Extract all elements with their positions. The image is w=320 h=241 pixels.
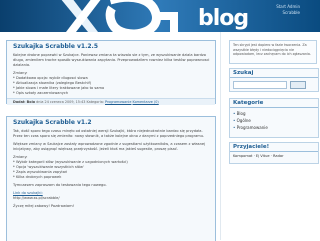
sidebar-notice: Ten skrypt jest dopiero w fazie tworzeni… (229, 40, 317, 64)
search-box: Szukaj (229, 68, 319, 92)
post-2: Szukajka Scrabble v1.2 Tak, dość sporo t… (6, 116, 216, 241)
category-item[interactable]: Ogólne (233, 117, 315, 124)
post-paragraph: Kolejne drobne poprawki w Szukajce. Poni… (13, 53, 210, 67)
post-category-link[interactable]: Programowanie (105, 100, 131, 104)
top-link-scrabble[interactable]: Scrabble (276, 10, 300, 16)
post-meta: Dodał: Bolo dnia 24 czerwca 2009, 15:43 … (7, 98, 215, 105)
post-body: Tak, dość sporo tego czasu minęło od ost… (7, 127, 215, 211)
post-paragraph: Tak, dość sporo tego czasu minęło od ost… (13, 129, 205, 138)
search-button[interactable] (290, 81, 306, 89)
categories-box: Kategorie Blog Ogólne Programowanie (229, 98, 319, 138)
category-label: Kategoria: (86, 100, 104, 104)
categories-title: Kategorie (230, 99, 318, 108)
post-date: dnia 24 czerwca 2009, 15:43 (36, 100, 86, 104)
post-body: Kolejne drobne poprawki w Szukajce. Poni… (7, 51, 215, 98)
friends-box: Przyjaciele! Kompomat · Ej Vitue · Radar (229, 142, 319, 164)
post-paragraph: Tymczasem zapraszam do testowania tego n… (13, 183, 107, 187)
post-title[interactable]: Szukajka Scrabble v1.2 (7, 117, 215, 127)
post-title[interactable]: Szukajka Scrabble v1.2.5 (7, 41, 215, 51)
column-divider (220, 32, 221, 240)
search-title: Szukaj (230, 69, 318, 78)
category-item[interactable]: Blog (233, 110, 315, 117)
brand-wordmark[interactable]: blog (198, 6, 249, 31)
list-item: * Opis szkoły zaczerniowanych (13, 91, 69, 95)
post-1: Szukajka Scrabble v1.2.5 Kolejne drobne … (6, 40, 216, 105)
logo-graphic[interactable] (52, 0, 192, 32)
site-header: blog Start Admin Scrabble (0, 0, 320, 32)
search-row (230, 78, 318, 92)
category-list: Blog Ogólne Programowanie (230, 108, 318, 133)
search-input[interactable] (233, 81, 287, 89)
category-item[interactable]: Programowanie (233, 124, 315, 131)
post-author: Dodał: Bolo (13, 100, 36, 104)
friends-title: Przyjaciele! (230, 143, 318, 152)
comments-link[interactable]: Komentarze (0) (133, 100, 159, 104)
friends-links[interactable]: Kompomat · Ej Vitue · Radar (230, 152, 318, 160)
post-paragraph: Życzę miłej zabawy! Pozdrawiam! (13, 204, 75, 208)
post-url: http://www.ss.pl/scrabble/ (13, 196, 60, 200)
top-links: Start Admin Scrabble (276, 4, 300, 16)
list-item: * Kilka drobnych poprawek (13, 175, 62, 179)
post-paragraph: Większe zmiany w Szukajce zostały wprowa… (13, 142, 206, 151)
